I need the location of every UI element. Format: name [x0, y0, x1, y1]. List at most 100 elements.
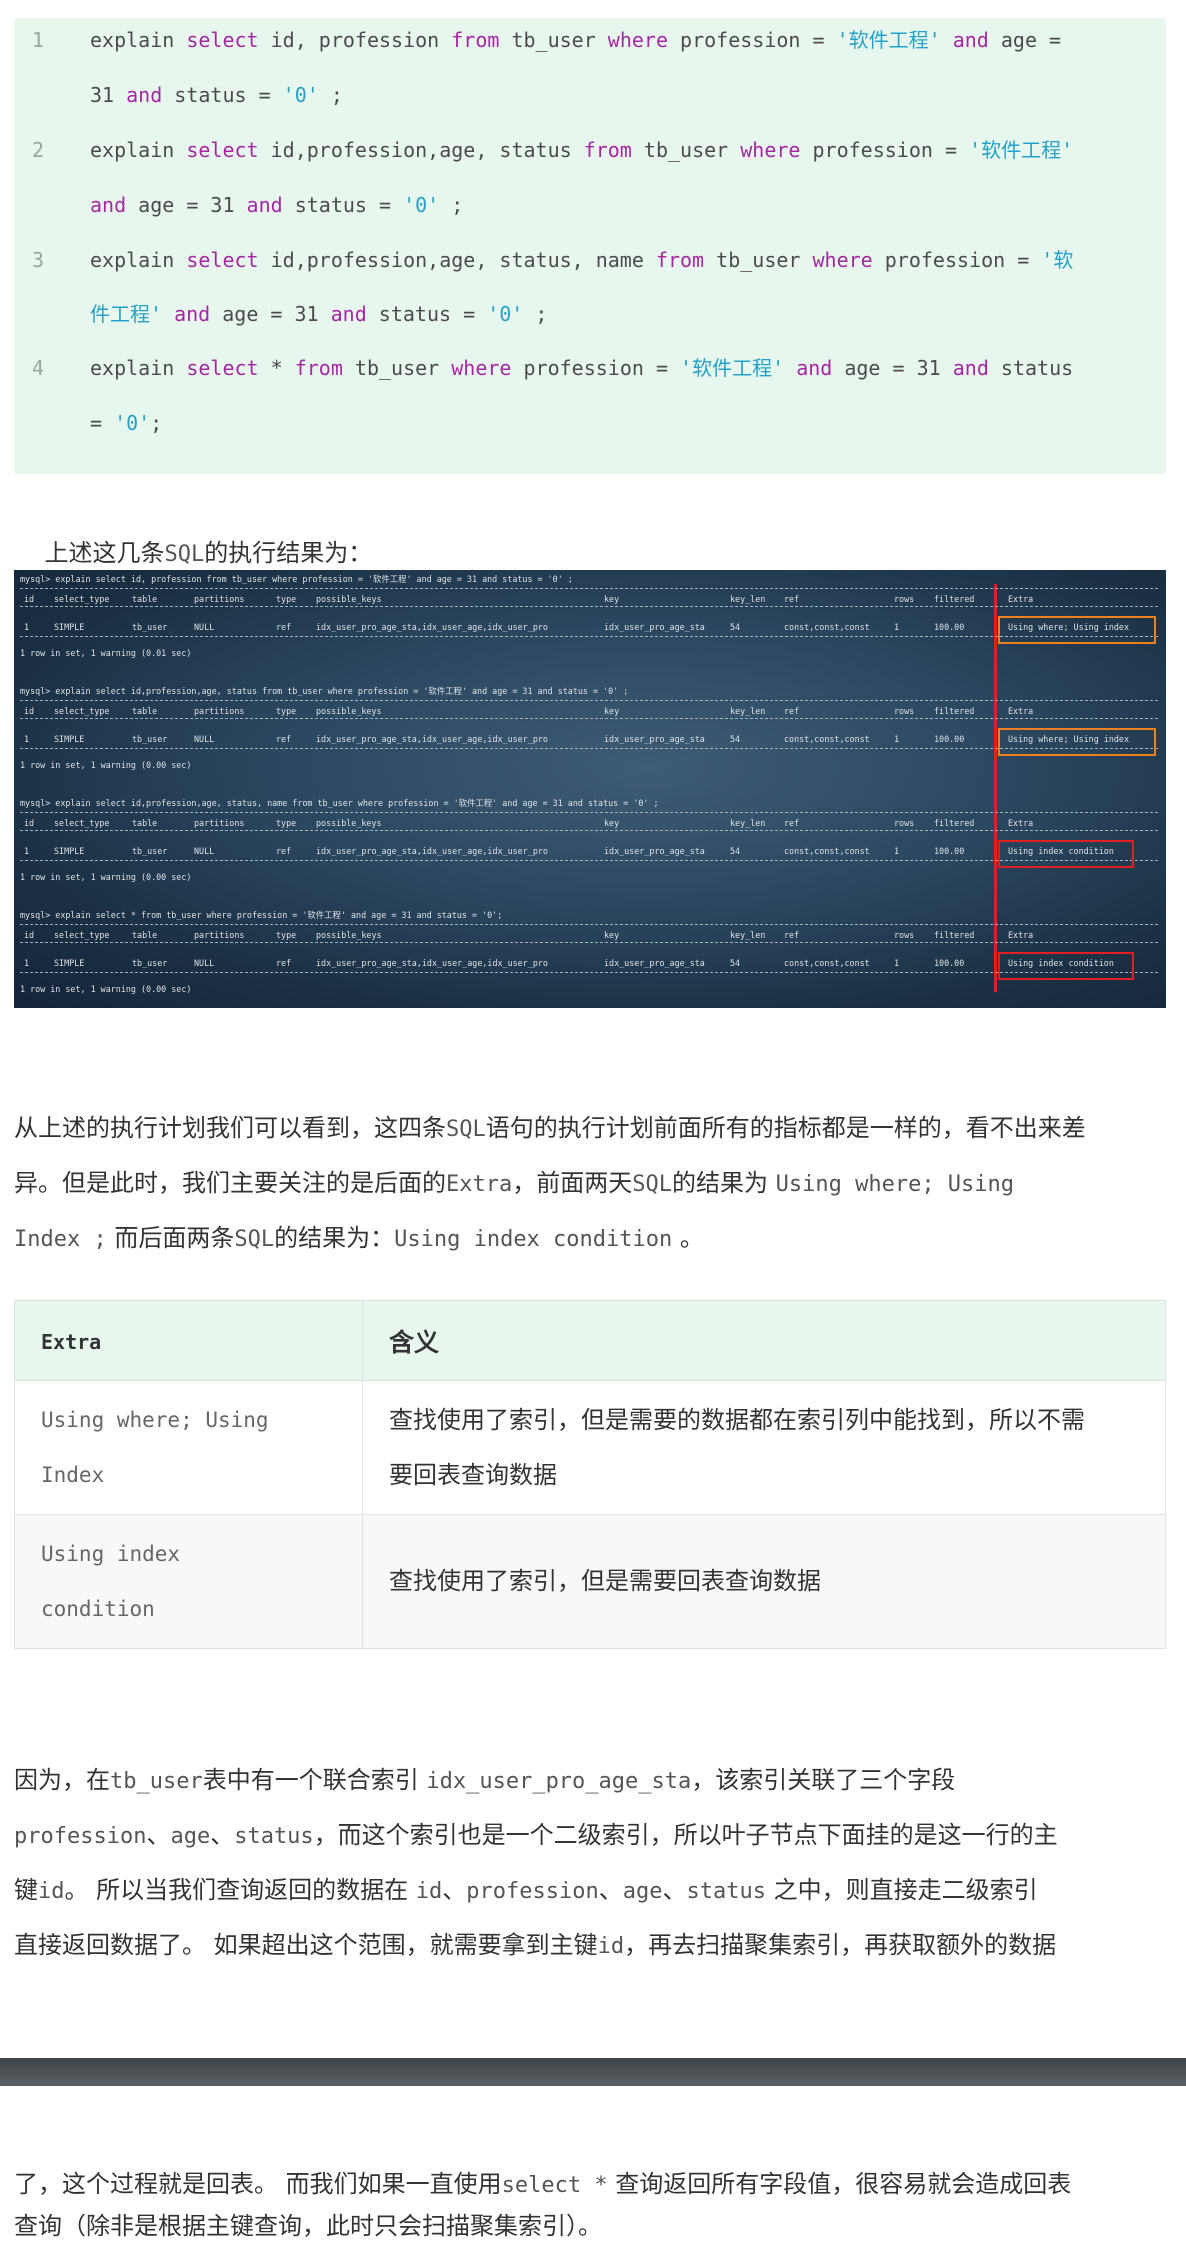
code-string: '软: [1041, 248, 1074, 272]
terminal-cell-rows: 1: [894, 846, 900, 856]
reason-paragraph: 因为，在tb_user表中有一个联合索引 idx_user_pro_age_st…: [14, 1764, 1164, 2004]
terminal-cell-table: tb_user: [132, 846, 168, 856]
terminal-header-rows: rows: [894, 930, 915, 940]
analysis-paragraph-line: Index ; 而后面两条SQL的结果为：Using index conditi…: [14, 1222, 704, 1256]
code-keyword: from: [655, 248, 705, 272]
terminal-separator: [20, 636, 1158, 637]
terminal-header-partitions: partitions: [194, 818, 245, 828]
code-text: age =: [988, 28, 1062, 52]
intro-text-code: SQL: [164, 542, 205, 567]
extra-table-header-extra: Extra: [14, 1300, 363, 1381]
code-string: '0': [403, 193, 440, 217]
terminal-cell-key: idx_user_pro_age_sta: [604, 958, 705, 968]
page-divider: [0, 2058, 1186, 2086]
terminal-header-ref: ref: [784, 594, 800, 604]
code-keyword: where: [812, 248, 873, 272]
inline-code: id: [597, 1934, 625, 1959]
analysis-paragraph: 从上述的执行计划我们可以看到，这四条SQL语句的执行计划前面所有的指标都是一样的…: [14, 1112, 1164, 1282]
code-line-number: 2: [32, 138, 45, 162]
terminal-cell-possible_keys: idx_user_pro_age_sta,idx_user_age,idx_us…: [316, 958, 548, 968]
terminal-separator: [20, 924, 1158, 925]
terminal-header-partitions: partitions: [194, 594, 245, 604]
code-line-content: 31 and status = '0' ;: [90, 82, 343, 108]
inline-code: select *: [501, 2173, 608, 2198]
terminal-cell-id: 1: [24, 734, 30, 744]
code-string: '0': [487, 302, 524, 326]
code-text: explain: [90, 138, 187, 162]
closing-paragraph: 了，这个过程就是回表。 而我们如果一直使用select * 查询返回所有字段值，…: [14, 2168, 1164, 2248]
terminal-prompt: mysql> explain select id, profession fro…: [20, 574, 573, 584]
terminal-header-table: table: [132, 818, 158, 828]
terminal-extra-highlight-box: [998, 728, 1156, 756]
terminal-cell-partitions: NULL: [194, 734, 215, 744]
terminal-separator: [20, 748, 1158, 749]
terminal-cell-possible_keys: idx_user_pro_age_sta,idx_user_age,idx_us…: [316, 846, 548, 856]
text-run: 之中，则直接走二级索引: [765, 1876, 1038, 1904]
reason-paragraph-line: 因为，在tb_user表中有一个联合索引 idx_user_pro_age_st…: [14, 1764, 955, 1798]
inline-code: age: [622, 1879, 663, 1904]
terminal-prompt: mysql> explain select id,profession,age,…: [20, 686, 629, 696]
terminal-separator: [20, 942, 1158, 943]
meaning-line: 查找使用了索引，但是需要回表查询数据: [389, 1567, 821, 1595]
code-text: status =: [282, 193, 404, 217]
code-keyword: and: [796, 356, 833, 380]
terminal-header-select_type: select_type: [54, 818, 110, 828]
terminal-cell-filtered: 100.00: [934, 622, 965, 632]
terminal-cell-select_type: SIMPLE: [54, 958, 85, 968]
code-text: ;: [439, 193, 464, 217]
terminal-cell-possible_keys: idx_user_pro_age_sta,idx_user_age,idx_us…: [316, 622, 548, 632]
terminal-header-table: table: [132, 594, 158, 604]
terminal-footer: 1 row in set, 1 warning (0.01 sec): [20, 648, 192, 658]
code-string: '软件工程': [969, 138, 1074, 162]
inline-code: Extra: [446, 1172, 513, 1197]
terminal-extra-highlight-box: [998, 952, 1134, 980]
inline-code: id: [38, 1879, 65, 1904]
inline-code: Index ;: [14, 1227, 107, 1252]
analysis-paragraph-line: 从上述的执行计划我们可以看到，这四条SQL语句的执行计划前面所有的指标都是一样的…: [14, 1112, 1086, 1146]
inline-code: status: [234, 1824, 314, 1849]
terminal-header-partitions: partitions: [194, 706, 245, 716]
terminal-header-id: id: [24, 930, 35, 940]
extra-table-row: Using where; Using Index 查找使用了索引，但是需要的数据都在…: [14, 1380, 1166, 1515]
code-line-number: 3: [32, 248, 45, 272]
terminal-header-key: key: [604, 706, 620, 716]
code-line-number: 4: [32, 356, 45, 380]
inline-code: profession: [466, 1879, 599, 1904]
terminal-header-ref: ref: [784, 930, 800, 940]
terminal-prompt: mysql> explain select * from tb_user whe…: [20, 910, 503, 920]
reason-paragraph-line: profession、age、status，而这个索引也是一个二级索引，所以叶子…: [14, 1819, 1058, 1853]
text-run: 语句的执行计划前面所有的指标都是一样的，看不出来差: [485, 1114, 1086, 1142]
code-keyword: from: [583, 138, 632, 162]
extra-table-header-row: Extra 含义: [14, 1300, 1166, 1381]
terminal-cell-ref: const,const,const: [784, 622, 870, 632]
code-text: tb_user: [499, 28, 608, 52]
code-text: id, profession: [258, 28, 452, 52]
terminal-header-possible_keys: possible_keys: [316, 930, 382, 940]
extra-table-header-meaning: 含义: [362, 1300, 1166, 1381]
code-text: tb_user: [631, 138, 741, 162]
terminal-separator: [20, 718, 1158, 719]
code-line-content: 件工程' and age = 31 and status = '0' ;: [90, 301, 547, 327]
terminal-cell-table: tb_user: [132, 622, 168, 632]
inline-code: tb_user: [110, 1769, 203, 1794]
extra-table-cell-extra: Using index condition: [14, 1514, 363, 1649]
extra-table-cell-meaning: 查找使用了索引，但是需要的数据都在索引列中能找到，所以不需 要回表查询数据: [362, 1380, 1166, 1515]
code-text: *: [258, 356, 295, 380]
text-run: ，该索引关联了三个字段: [691, 1766, 956, 1794]
terminal-cell-rows: 1: [894, 734, 900, 744]
code-keyword: select: [186, 138, 259, 162]
terminal-cell-filtered: 100.00: [934, 958, 965, 968]
terminal-header-extra: Extra: [1008, 818, 1034, 828]
text-run: 从上述的执行计划我们可以看到，这四条: [14, 1114, 446, 1142]
terminal-header-key: key: [604, 930, 620, 940]
reason-paragraph-line: 键id。 所以当我们查询返回的数据在 id、profession、age、sta…: [14, 1874, 1038, 1908]
terminal-header-possible_keys: possible_keys: [316, 706, 382, 716]
terminal-header-type: type: [276, 594, 297, 604]
terminal-cell-table: tb_user: [132, 734, 168, 744]
code-text: id,profession,age, status, name: [258, 248, 656, 272]
code-keyword: from: [294, 356, 343, 380]
code-keyword: and: [952, 356, 989, 380]
text-run: 、: [146, 1821, 171, 1849]
reason-paragraph-line: 直接返回数据了。 如果超出这个范围，就需要拿到主键id，再去扫描聚集索引，再获取…: [14, 1929, 1056, 1963]
